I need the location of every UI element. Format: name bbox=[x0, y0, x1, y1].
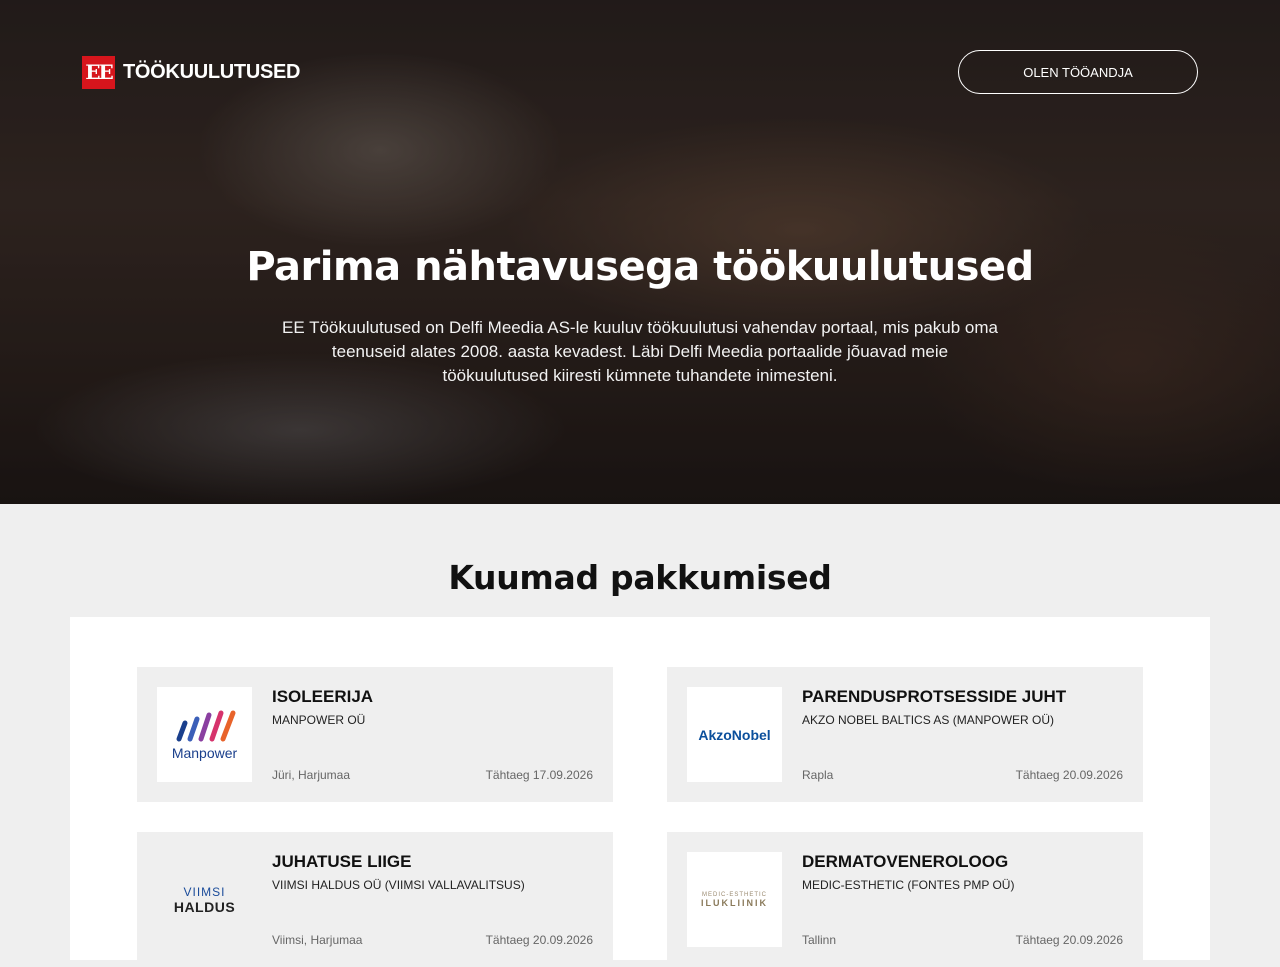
job-details: JUHATUSE LIIGE VIIMSI HALDUS OÜ (VIIMSI … bbox=[272, 852, 593, 947]
job-card[interactable]: Manpower ISOLEERIJA MANPOWER OÜ Jüri, Ha… bbox=[137, 667, 613, 802]
job-card[interactable]: MEDIC-ESTHETIC ILUKLIINIK DERMATOVENEROL… bbox=[667, 832, 1143, 967]
job-deadline: Tähtaeg 20.09.2026 bbox=[485, 933, 593, 947]
viimsi-logo-top: VIIMSI bbox=[183, 884, 226, 899]
manpower-stripes-icon bbox=[176, 710, 235, 741]
job-deadline: Tähtaeg 17.09.2026 bbox=[485, 768, 593, 782]
job-details: DERMATOVENEROLOOG MEDIC-ESTHETIC (FONTES… bbox=[802, 852, 1123, 947]
job-location: Rapla bbox=[802, 768, 834, 782]
logo-mark: EE bbox=[82, 55, 115, 89]
manpower-logo: Manpower bbox=[172, 709, 237, 761]
job-location: Viimsi, Harjumaa bbox=[272, 933, 363, 947]
job-card[interactable]: AkzoNobel PARENDUSPROTSESSIDE JUHT AKZO … bbox=[667, 667, 1143, 802]
job-company: AKZO NOBEL BALTICS AS (MANPOWER OÜ) bbox=[802, 713, 1055, 727]
job-title[interactable]: JUHATUSE LIIGE bbox=[272, 852, 593, 872]
offers-title: Kuumad pakkumised bbox=[448, 558, 832, 597]
job-details: PARENDUSPROTSESSIDE JUHT AKZO NOBEL BALT… bbox=[802, 687, 1123, 782]
job-deadline: Tähtaeg 20.09.2026 bbox=[1015, 933, 1123, 947]
company-logo: AkzoNobel bbox=[687, 687, 782, 782]
job-title[interactable]: DERMATOVENEROLOOG bbox=[802, 852, 1123, 872]
job-company: VIIMSI HALDUS OÜ (VIIMSI VALLAVALITSUS) bbox=[272, 878, 525, 892]
medic-logo-bottom: ILUKLIINIK bbox=[701, 897, 768, 908]
logo-text: TÖÖKUULUTUSED bbox=[123, 60, 301, 83]
medic-esthetic-logo: MEDIC-ESTHETIC ILUKLIINIK bbox=[701, 892, 768, 908]
top-bar: EE TÖÖKUULUTUSED OLEN TÖÖANDJA bbox=[82, 50, 1198, 94]
job-location: Jüri, Harjumaa bbox=[272, 768, 351, 782]
job-location: Tallinn bbox=[802, 933, 837, 947]
company-logo: VIIMSI HALDUS bbox=[157, 852, 252, 947]
job-title[interactable]: PARENDUSPROTSESSIDE JUHT bbox=[802, 687, 1123, 707]
hero-section: EE TÖÖKUULUTUSED OLEN TÖÖANDJA Parima nä… bbox=[0, 0, 1280, 504]
viimsi-logo-bottom: HALDUS bbox=[173, 898, 236, 915]
job-title[interactable]: ISOLEERIJA bbox=[272, 687, 593, 707]
job-card[interactable]: VIIMSI HALDUS JUHATUSE LIIGE VIIMSI HALD… bbox=[137, 832, 613, 967]
job-company: MANPOWER OÜ bbox=[272, 713, 366, 727]
hero-title: Parima nähtavusega töökuulutused bbox=[246, 244, 1034, 290]
job-grid: Manpower ISOLEERIJA MANPOWER OÜ Jüri, Ha… bbox=[137, 667, 1143, 967]
akzonobel-logo-text: AkzoNobel bbox=[698, 726, 771, 743]
employer-button[interactable]: OLEN TÖÖANDJA bbox=[958, 50, 1198, 94]
manpower-logo-text: Manpower bbox=[171, 744, 238, 761]
job-company: MEDIC-ESTHETIC (FONTES PMP OÜ) bbox=[802, 878, 1015, 892]
job-deadline: Tähtaeg 20.09.2026 bbox=[1015, 768, 1123, 782]
site-logo[interactable]: EE TÖÖKUULUTUSED bbox=[82, 55, 301, 89]
job-details: ISOLEERIJA MANPOWER OÜ Jüri, Harjumaa Tä… bbox=[272, 687, 593, 782]
viimsi-logo: VIIMSI HALDUS bbox=[157, 852, 252, 947]
company-logo: MEDIC-ESTHETIC ILUKLIINIK bbox=[687, 852, 782, 947]
hero-content: Parima nähtavusega töökuulutused EE Töök… bbox=[0, 244, 1280, 388]
company-logo: Manpower bbox=[157, 687, 252, 782]
offers-panel: Manpower ISOLEERIJA MANPOWER OÜ Jüri, Ha… bbox=[70, 617, 1210, 967]
hero-description: EE Töökuulutused on Delfi Meedia AS-le k… bbox=[281, 318, 998, 385]
